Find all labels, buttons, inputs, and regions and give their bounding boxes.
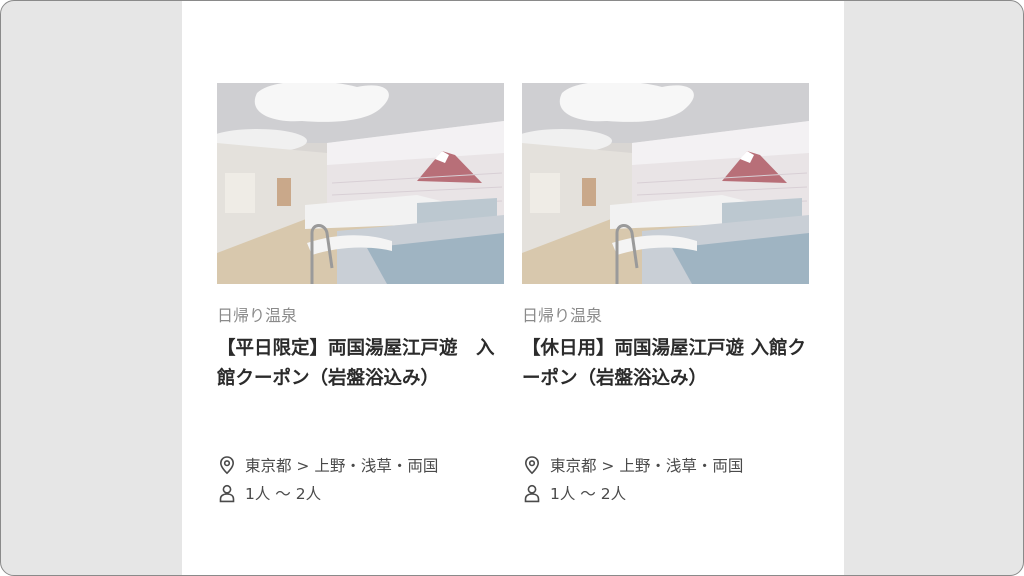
location-row: 東京都 > 上野・浅草・両国	[217, 451, 504, 479]
location-text: 東京都 > 上野・浅草・両国	[245, 457, 439, 475]
category-label: 日帰り温泉	[217, 306, 298, 325]
screen-frame: 日帰り温泉 【平日限定】両国湯屋江戸遊 入館クーポン（岩盤浴込み） 東京都 > …	[0, 0, 1024, 576]
coupon-card[interactable]: 日帰り温泉 【平日限定】両国湯屋江戸遊 入館クーポン（岩盤浴込み） 東京都 > …	[217, 83, 504, 503]
card-meta: 東京都 > 上野・浅草・両国 1人 〜 2人	[217, 451, 504, 507]
person-icon	[217, 483, 237, 503]
map-pin-icon	[522, 455, 542, 475]
bath-facility-image[interactable]	[217, 83, 504, 284]
coupon-title[interactable]: 【休日用】両国湯屋江戸遊 入館クーポン（岩盤浴込み）	[522, 334, 809, 394]
coupon-title[interactable]: 【平日限定】両国湯屋江戸遊 入館クーポン（岩盤浴込み）	[217, 334, 504, 394]
location-row: 東京都 > 上野・浅草・両国	[522, 451, 809, 479]
capacity-text: 1人 〜 2人	[245, 485, 322, 503]
person-icon	[522, 483, 542, 503]
card-meta: 東京都 > 上野・浅草・両国 1人 〜 2人	[522, 451, 809, 507]
location-text: 東京都 > 上野・浅草・両国	[550, 457, 744, 475]
capacity-row: 1人 〜 2人	[522, 479, 809, 507]
capacity-row: 1人 〜 2人	[217, 479, 504, 507]
coupon-list: 日帰り温泉 【平日限定】両国湯屋江戸遊 入館クーポン（岩盤浴込み） 東京都 > …	[182, 1, 844, 575]
coupon-card[interactable]: 日帰り温泉 【休日用】両国湯屋江戸遊 入館クーポン（岩盤浴込み） 東京都 > 上…	[522, 83, 809, 503]
capacity-text: 1人 〜 2人	[550, 485, 627, 503]
map-pin-icon	[217, 455, 237, 475]
bath-facility-image[interactable]	[522, 83, 809, 284]
category-label: 日帰り温泉	[522, 306, 603, 325]
